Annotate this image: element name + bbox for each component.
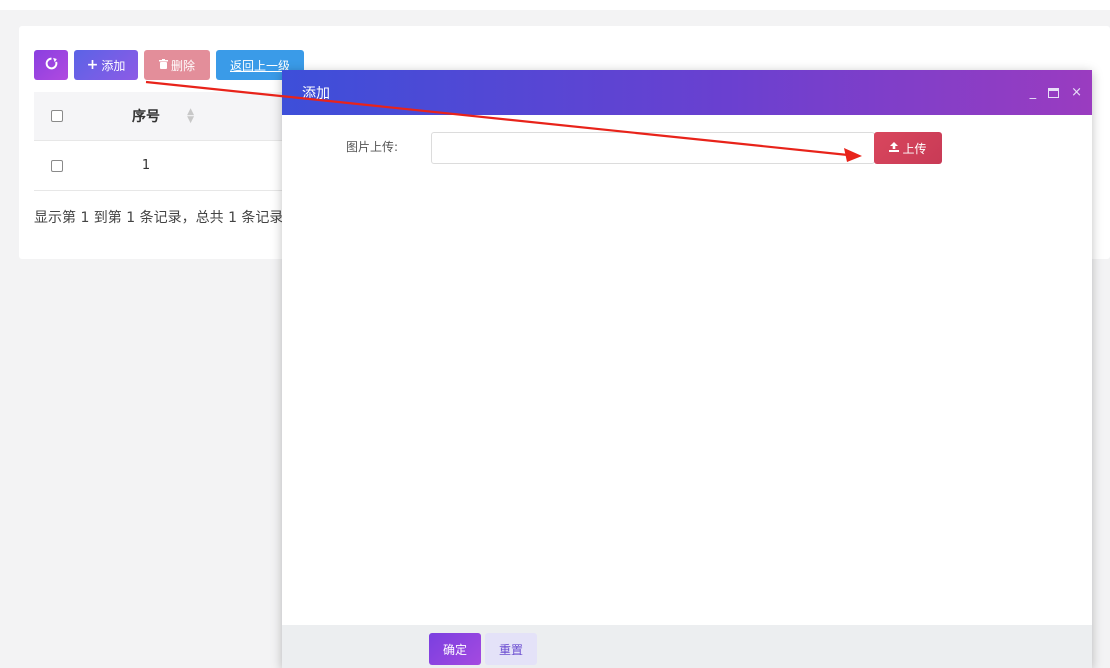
dialog-title: 添加	[302, 85, 330, 102]
upload-button-label: 上传	[902, 141, 927, 156]
add-button[interactable]: + 添加	[74, 50, 138, 80]
image-upload-field[interactable]	[431, 132, 875, 164]
delete-button-label: 删除	[170, 58, 195, 73]
toolbar: + 添加 删除 返回上一级	[34, 50, 304, 80]
reset-button[interactable]: 重置	[485, 633, 537, 665]
plus-icon: +	[86, 57, 99, 73]
upload-button[interactable]: 上传	[874, 132, 942, 164]
row-checkbox-cell	[34, 159, 80, 172]
maximize-icon[interactable]	[1048, 87, 1060, 98]
delete-button[interactable]: 删除	[144, 50, 210, 80]
top-strip	[0, 0, 1110, 10]
close-icon[interactable]: ×	[1071, 85, 1082, 100]
trash-icon	[158, 58, 168, 72]
row-index-cell: 1	[141, 158, 151, 173]
table-row[interactable]: 1	[34, 141, 284, 191]
image-upload-label: 图片上传:	[346, 140, 399, 154]
dialog-title-bar[interactable]: 添加 _ ×	[282, 70, 1092, 115]
upload-icon	[889, 141, 900, 155]
column-header-index[interactable]: 序号 ▲ ▼	[80, 106, 212, 126]
dialog-body: 图片上传: 上传	[282, 115, 1092, 625]
column-header-label: 序号	[132, 109, 160, 125]
refresh-icon	[45, 57, 58, 73]
add-dialog: 添加 _ × 图片上传: 上传 确定 重置	[282, 70, 1092, 668]
data-table: 序号 ▲ ▼ 1	[34, 92, 284, 191]
pagination-info: 显示第 1 到第 1 条记录，总共 1 条记录	[34, 210, 284, 226]
confirm-button[interactable]: 确定	[429, 633, 481, 665]
sort-icon[interactable]: ▲ ▼	[187, 108, 194, 125]
dialog-footer: 确定 重置	[282, 625, 1092, 668]
add-button-label: 添加	[101, 58, 126, 73]
table-header-row: 序号 ▲ ▼	[34, 92, 284, 141]
dialog-window-controls: _ ×	[1030, 70, 1082, 115]
select-all-checkbox[interactable]	[51, 110, 63, 122]
header-checkbox-cell	[34, 110, 80, 122]
minimize-icon[interactable]: _	[1030, 85, 1037, 100]
row-checkbox[interactable]	[51, 159, 63, 172]
refresh-button[interactable]	[34, 50, 68, 80]
